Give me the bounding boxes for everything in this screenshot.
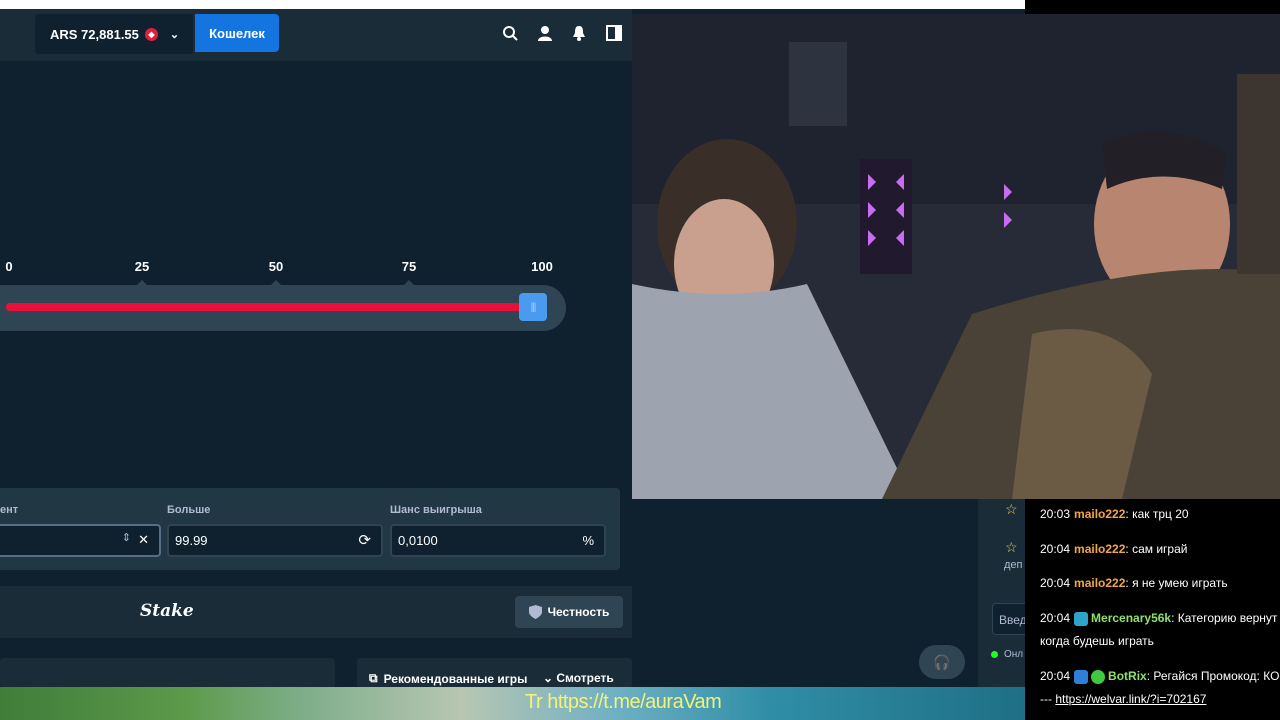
background-panel: [632, 499, 1025, 687]
top-right-black: [1025, 0, 1280, 14]
star-icon[interactable]: ☆: [1005, 501, 1018, 518]
stake-header: ARS 72,881.55 ◆ ⌄ Кошелек: [0, 9, 632, 61]
chat-message: 20:04 mailo222: сам играй: [1040, 542, 1188, 556]
chat-message: 20:04 BotRix: Регайся Промокод: КО: [1040, 669, 1280, 684]
chat-time: 20:04: [1040, 611, 1071, 625]
chat-prefix: ---: [1040, 692, 1052, 706]
bottom-banner: Tr https://t.me/auraVam: [0, 687, 1025, 720]
chat-text: я не умею играть: [1132, 576, 1228, 590]
slider-tick-label: 75: [401, 259, 417, 274]
stepper-icon[interactable]: ⇕: [122, 531, 131, 544]
chat-time: 20:04: [1040, 669, 1071, 683]
webcam-image: [632, 14, 1280, 499]
balance-amount: ARS 72,881.55: [50, 26, 139, 42]
banner-telegram-link[interactable]: Tr https://t.me/auraVam: [525, 691, 722, 714]
star-icon[interactable]: ☆: [1005, 539, 1018, 556]
search-icon[interactable]: [500, 23, 520, 43]
chat-message: 20:04 mailo222: я не умею играть: [1040, 576, 1228, 590]
chat-message-continuation: --- https://welvar.link/?i=702167: [1040, 688, 1206, 710]
chat-user: mailo222: [1074, 576, 1126, 590]
deposit-text: деп: [1004, 559, 1023, 571]
recommended-title: ⧉ Рекомендованные игры: [369, 671, 527, 686]
chat-time: 20:04: [1040, 576, 1071, 590]
chat-message-continuation: когда будешь играть: [1040, 634, 1154, 648]
online-text: Онл: [1004, 649, 1024, 660]
recommended-box-left: [0, 658, 335, 688]
chat-user: mailo222: [1074, 507, 1126, 521]
chat-text: Регайся Промокод: КО: [1153, 669, 1280, 683]
input-placeholder: Введ: [999, 613, 1027, 627]
chat-link[interactable]: https://welvar.link/?i=702167: [1055, 692, 1206, 706]
over-input[interactable]: 99.99 ⟳: [167, 524, 383, 557]
shield-icon: [528, 605, 542, 619]
twitch-badge-icon: [1074, 611, 1089, 626]
chat-time: 20:04: [1040, 542, 1071, 556]
recommended-title-text: Рекомендованные игры: [383, 671, 528, 686]
chat-time: 20:03: [1040, 507, 1071, 521]
chat-message: 20:03 mailo222: как трц 20: [1040, 507, 1189, 521]
slider-tick-label: 25: [134, 259, 150, 274]
recommended-icon: ⧉: [369, 671, 378, 685]
right-sidebar-partial: ☆ ☆ деп Введ Онл: [978, 499, 1032, 687]
chat-text: как трц 20: [1132, 507, 1189, 521]
verified-badge-icon: [1091, 669, 1106, 684]
slider-tick-label: 100: [531, 259, 553, 274]
win-chance-label: Шанс выигрыша: [390, 504, 482, 516]
percent-suffix: %: [582, 533, 594, 548]
chat-text: Категорию вернут: [1177, 611, 1278, 625]
wallet-button[interactable]: Кошелек: [195, 14, 279, 52]
stream-chat: 20:03 mailo222: как трц 20 20:04 mailo222:…: [1025, 499, 1280, 720]
bet-controls: ент ⇕ ✕ Больше 99.99 ⟳ Шанс выигрыша 0,0…: [0, 488, 620, 570]
webcam-feed: [632, 14, 1280, 499]
multiplier-label: ент: [0, 504, 19, 516]
top-strip: [0, 0, 1025, 9]
chat-user: mailo222: [1074, 542, 1126, 556]
sidebar-toggle-icon[interactable]: [604, 23, 624, 43]
fairness-label: Честность: [547, 605, 610, 619]
clear-icon[interactable]: ✕: [138, 532, 149, 548]
support-headset-icon[interactable]: 🎧: [919, 645, 965, 679]
fairness-button[interactable]: Честность: [515, 596, 623, 628]
over-value: 99.99: [175, 533, 208, 548]
bot-badge-icon: [1074, 669, 1089, 684]
win-chance-input[interactable]: 0,0100 %: [390, 524, 606, 557]
balance-selector[interactable]: ARS 72,881.55 ◆ ⌄: [35, 14, 193, 54]
chat-user: BotRix: [1108, 669, 1147, 683]
recommended-section: ⧉ Рекомендованные игры ⌄ Смотреть все: [0, 638, 632, 699]
slider-tick-label: 0: [5, 259, 13, 274]
over-label: Больше: [167, 504, 211, 516]
slider-handle[interactable]: |||: [519, 293, 547, 321]
multiplier-input[interactable]: ⇕ ✕: [0, 524, 161, 557]
user-icon[interactable]: [535, 23, 555, 43]
bell-icon[interactable]: [569, 23, 589, 43]
currency-gem-icon: ◆: [144, 27, 158, 41]
game-footer: Stake Честность: [0, 586, 632, 638]
chat-user: Mercenary56k: [1091, 611, 1172, 625]
chat-text: сам играй: [1132, 542, 1188, 556]
online-dot: [991, 651, 998, 658]
swap-icon[interactable]: ⟳: [358, 531, 371, 549]
stake-logo: Stake: [140, 601, 194, 621]
dice-game-area: 0 25 50 75 100 |||: [0, 61, 632, 488]
slider-fill-lose: [6, 303, 526, 311]
win-chance-value: 0,0100: [398, 533, 438, 548]
chevron-down-icon: ⌄: [169, 28, 180, 41]
chat-message: 20:04 Mercenary56k: Категорию вернут: [1040, 611, 1278, 626]
slider-tick-label: 50: [268, 259, 284, 274]
